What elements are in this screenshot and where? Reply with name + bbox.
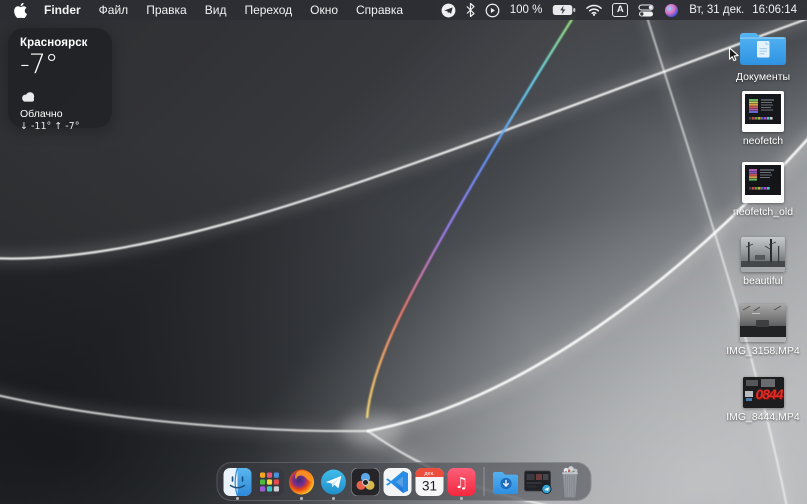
dock-downloads-folder[interactable] <box>491 463 520 501</box>
desktop-icon-label: IMG_8444.MP4 <box>726 411 800 423</box>
video-thumbnail <box>741 237 785 272</box>
dock-vscode[interactable] <box>383 463 412 501</box>
downloads-folder-icon <box>491 469 520 495</box>
apple-menu-icon[interactable] <box>14 3 27 18</box>
desktop-icon-label: neofetch <box>743 135 783 147</box>
battery-percent: 100 % <box>510 4 543 16</box>
desktop-icon-label: neofetch_old <box>733 206 793 218</box>
calendar-icon: дек. 31 <box>416 468 444 496</box>
music-icon: ♫ <box>448 468 476 496</box>
davinci-resolve-icon <box>352 468 380 496</box>
launchpad-icon <box>256 468 284 496</box>
video-thumbnail <box>740 304 786 342</box>
folder-icon <box>737 28 789 68</box>
minimized-window-thumbnail <box>523 469 552 495</box>
dock-calendar[interactable]: дек. 31 <box>415 463 444 501</box>
weather-city: Красноярск <box>20 37 100 49</box>
desktop-icon-label: Документы <box>736 71 790 83</box>
battery-icon[interactable] <box>552 4 576 16</box>
dock-minimized-telegram-window[interactable] <box>523 463 552 501</box>
desktop-icon-neofetch[interactable]: neofetch <box>719 91 807 147</box>
video-thumbnail: 0844 <box>743 377 784 408</box>
menu-item-help[interactable]: Справка <box>347 3 412 17</box>
svg-text:♫: ♫ <box>455 474 468 492</box>
menubar-time[interactable]: 16:06:14 <box>752 4 797 16</box>
trash-full-icon <box>555 465 584 499</box>
dock-firefox[interactable] <box>287 463 316 501</box>
vscode-icon <box>384 468 412 496</box>
desktop-icon-label: beautiful <box>743 275 783 287</box>
bluetooth-icon[interactable] <box>466 3 475 17</box>
mouse-cursor <box>728 47 741 63</box>
screenshot-thumbnail <box>742 91 784 132</box>
firefox-icon <box>288 468 316 496</box>
telegram-status-icon[interactable] <box>441 3 456 18</box>
dock-telegram[interactable] <box>319 463 348 501</box>
desktop-icons-column: Документы <box>719 0 807 504</box>
dock-music[interactable]: ♫ <box>447 463 476 501</box>
telegram-icon <box>320 468 348 496</box>
screenshot-thumbnail <box>742 162 784 203</box>
menubar-date[interactable]: Вт, 31 дек. <box>689 4 744 16</box>
menu-item-file[interactable]: Файл <box>90 3 138 17</box>
desktop-icon-label: IMG_3158.MP4 <box>726 345 800 357</box>
cloud-icon <box>20 89 100 107</box>
wallpaper <box>0 0 807 504</box>
weather-condition: Облачно <box>20 108 100 120</box>
now-playing-icon[interactable] <box>485 3 500 18</box>
desktop: Finder Файл Правка Вид Переход Окно Спра… <box>0 0 807 504</box>
dock-finder[interactable] <box>223 463 252 501</box>
desktop-icon-beautiful[interactable]: beautiful <box>719 237 807 287</box>
calendar-month: дек. <box>424 470 435 476</box>
weather-temperature: -7° <box>20 49 100 80</box>
calendar-day: 31 <box>422 478 437 493</box>
menu-item-finder[interactable]: Finder <box>35 3 90 17</box>
video-thumb-text: 0844 <box>755 386 782 402</box>
dock: дек. 31 ♫ <box>216 462 591 501</box>
weather-widget[interactable]: Красноярск -7° Облачно ↓ -11° ↑ -7° <box>8 28 112 128</box>
dock-trash[interactable] <box>555 463 584 501</box>
desktop-icon-img-3158[interactable]: IMG_3158.MP4 <box>719 304 807 357</box>
menu-item-window[interactable]: Окно <box>301 3 347 17</box>
wifi-icon[interactable] <box>586 4 602 16</box>
menu-item-view[interactable]: Вид <box>196 3 236 17</box>
dock-separator <box>483 467 484 496</box>
menu-item-edit[interactable]: Правка <box>137 3 196 17</box>
control-center-icon[interactable] <box>638 4 654 17</box>
dock-davinci-resolve[interactable] <box>351 463 380 501</box>
desktop-icon-neofetch-old[interactable]: neofetch_old <box>719 162 807 218</box>
input-source-indicator[interactable]: A <box>612 3 628 17</box>
menu-item-go[interactable]: Переход <box>235 3 301 17</box>
menu-bar: Finder Файл Правка Вид Переход Окно Спра… <box>0 0 807 20</box>
finder-icon <box>224 468 252 496</box>
weather-high-low: ↓ -11° ↑ -7° <box>20 121 100 132</box>
desktop-icon-img-8444[interactable]: 0844 IMG_8444.MP4 <box>719 377 807 423</box>
siri-icon[interactable] <box>664 3 679 18</box>
dock-launchpad[interactable] <box>255 463 284 501</box>
